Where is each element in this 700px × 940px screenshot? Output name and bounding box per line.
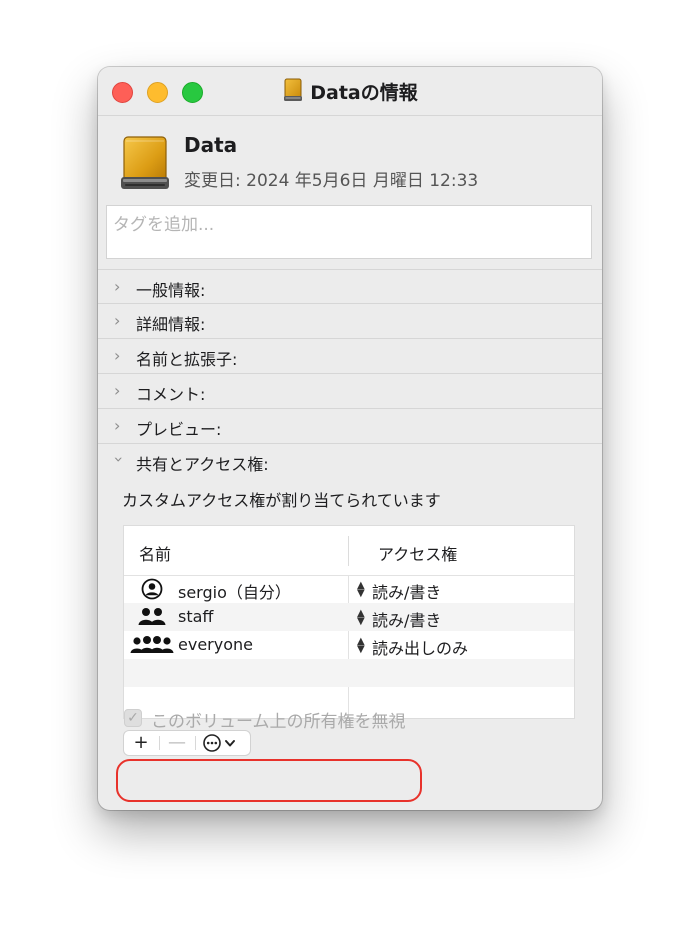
volume-icon [118,135,172,195]
access-popup[interactable]: ▲ ▼ 読み/書き [357,607,441,631]
section-sharing-permissions[interactable]: › 共有とアクセス権: [98,443,602,483]
section-preview[interactable]: › プレビュー: [98,408,602,442]
section-general[interactable]: › 一般情報: [98,269,602,303]
user-name: staff [178,607,214,626]
drive-icon [282,78,304,107]
chevron-right-icon: › [114,346,121,365]
column-header-name[interactable]: 名前 [139,541,171,565]
window-title-area: Dataの情報 [98,78,602,107]
table-row[interactable]: sergio（自分） ▲ ▼ 読み/書き [124,575,574,603]
section-label: 詳細情報: [136,315,206,334]
section-comments[interactable]: › コメント: [98,373,602,407]
action-menu-button[interactable] [196,731,250,755]
chevron-right-icon: › [114,311,121,330]
modified-date: 変更日: 2024 年5月6日 月曜日 12:33 [184,171,479,191]
section-label: 一般情報: [136,281,206,300]
ignore-ownership-checkbox[interactable]: ✓ [124,709,142,727]
table-row[interactable]: everyone ▲ ▼ 読み出しのみ [124,631,574,659]
table-row[interactable]: staff ▲ ▼ 読み/書き [124,603,574,631]
chevron-down-icon: › [109,456,129,463]
up-down-arrows-icon: ▲ ▼ [357,580,365,599]
remove-user-button[interactable]: — [160,731,194,755]
section-label: 名前と拡張子: [136,350,238,369]
everyone-icon [130,634,174,660]
user-name: sergio（自分） [178,583,291,602]
access-popup[interactable]: ▲ ▼ 読み出しのみ [357,635,468,659]
chevron-right-icon: › [114,416,121,435]
chevron-right-icon: › [114,277,121,296]
single-user-icon [141,578,163,604]
add-user-button[interactable]: + [124,731,158,755]
empty-row [124,659,574,687]
info-window: Dataの情報 Data 変更日: 2024 年5月6日 月曜日 12:33 タ… [98,67,602,810]
user-name: everyone [178,635,253,654]
section-label: コメント: [136,385,206,404]
title-bar: Dataの情報 [98,67,602,116]
permissions-table: 名前 アクセス権 sergio（自分） ▲ ▼ 読み/書き staff ▲ ▼ … [123,525,575,719]
permissions-button-bar: + — [123,730,251,756]
section-more-info[interactable]: › 詳細情報: [98,303,602,337]
chevron-right-icon: › [114,381,121,400]
ellipsis-circle-icon [203,734,235,752]
table-header: 名前 アクセス権 [124,526,574,576]
section-label: プレビュー: [136,420,222,439]
custom-permissions-note: カスタムアクセス権が割り当てられています [122,491,441,510]
column-divider [348,536,349,566]
up-down-arrows-icon: ▲ ▼ [357,636,365,655]
highlight-annotation [116,759,422,802]
access-popup[interactable]: ▲ ▼ 読み/書き [357,579,441,603]
tags-field[interactable]: タグを追加... [106,205,592,259]
up-down-arrows-icon: ▲ ▼ [357,608,365,627]
group-icon [137,606,167,632]
volume-name: Data [184,133,238,157]
section-name-extension[interactable]: › 名前と拡張子: [98,338,602,372]
column-header-access[interactable]: アクセス権 [378,541,457,565]
window-title: Dataの情報 [310,82,418,104]
section-label: 共有とアクセス権: [136,455,269,474]
ignore-ownership-label: このボリューム上の所有権を無視 [151,712,406,732]
